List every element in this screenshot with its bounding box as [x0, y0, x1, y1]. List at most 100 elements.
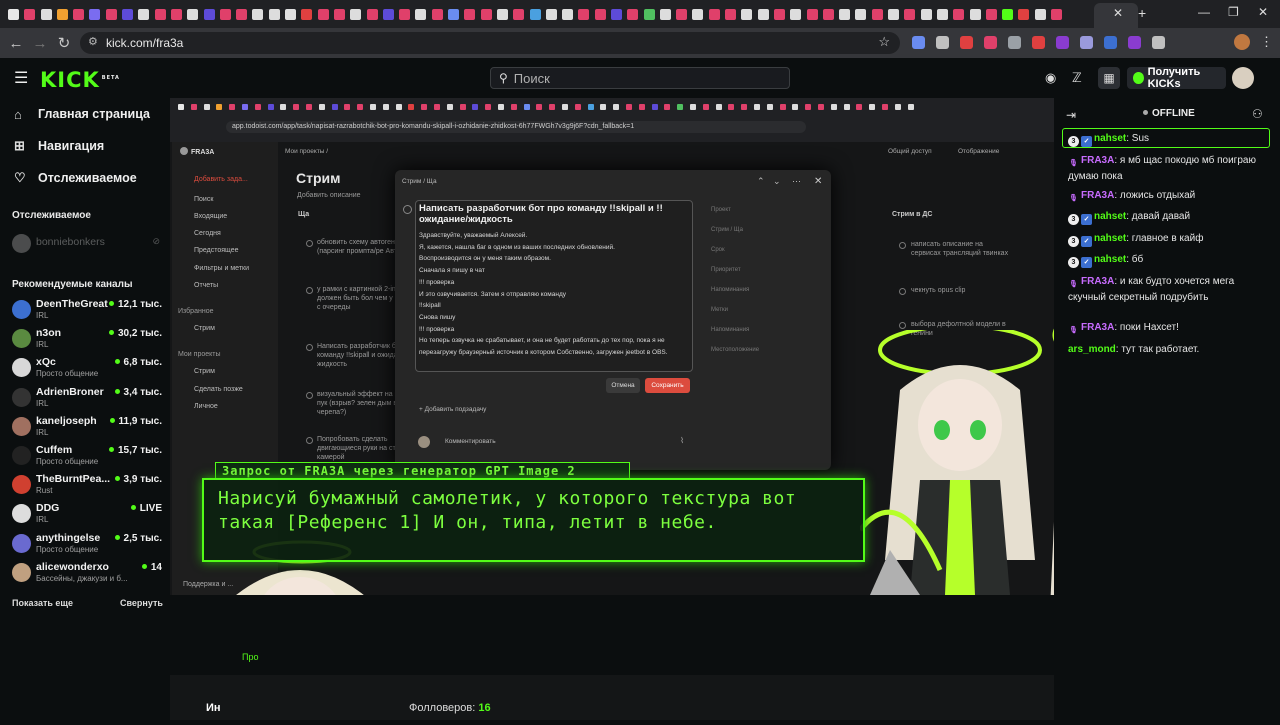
tab-favicon-icon[interactable] [985, 8, 997, 20]
tab-favicon-icon[interactable] [73, 8, 85, 20]
tab-favicon-icon[interactable] [708, 8, 720, 20]
extension-icon[interactable] [984, 36, 997, 49]
tab-favicon-icon[interactable] [904, 8, 916, 20]
site-info-icon[interactable]: ⚙ [88, 35, 98, 48]
profile-avatar[interactable] [1234, 34, 1250, 50]
extension-icon[interactable] [1152, 36, 1165, 49]
tab-favicon-icon[interactable] [888, 8, 900, 20]
task-checkbox[interactable] [306, 240, 313, 247]
tab-favicon-icon[interactable] [333, 8, 345, 20]
new-tab-icon[interactable]: + [1138, 5, 1146, 21]
tab-favicon-icon[interactable] [806, 8, 818, 20]
tab-favicon-icon[interactable] [496, 8, 508, 20]
kick-logo[interactable]: KICK BETA [40, 68, 120, 92]
tab-favicon-icon[interactable] [920, 8, 932, 20]
tab-favicon-icon[interactable] [236, 8, 248, 20]
todoist-nav-item[interactable]: Отчеты [194, 282, 218, 289]
tab-favicon-icon[interactable] [350, 8, 362, 20]
chat-username[interactable]: FRA3A [1081, 322, 1114, 333]
chat-username[interactable]: nahset [1094, 233, 1126, 244]
tab-favicon-icon[interactable] [382, 8, 394, 20]
tab-favicon-icon[interactable] [1051, 8, 1062, 20]
hamburger-menu-icon[interactable]: ☰ [14, 68, 28, 88]
channel-item[interactable]: DDG IRL LIVE [12, 501, 162, 527]
tab-favicon-icon[interactable] [448, 8, 460, 20]
task-checkbox[interactable] [899, 288, 906, 295]
todoist-nav-item[interactable]: Предстоящее [194, 247, 239, 254]
save-button[interactable]: Сохранить [645, 378, 690, 393]
tab-favicon-icon[interactable] [855, 8, 867, 20]
add-subtask[interactable]: + Добавить подзадачу [419, 406, 486, 413]
chat-username[interactable]: FRA3A [1081, 276, 1114, 287]
tab-favicon-icon[interactable] [219, 8, 231, 20]
chat-message[interactable]: ars_mond: тут так работает. [1068, 342, 1273, 357]
tab-favicon-icon[interactable] [1002, 8, 1014, 20]
tab-favicon-icon[interactable] [676, 8, 688, 20]
todoist-nav-item[interactable]: Стрим [194, 368, 215, 375]
channel-item[interactable]: alicewonderxo Бассейны, джакузи и б... 14 [12, 560, 162, 586]
tab-favicon-icon[interactable] [562, 8, 574, 20]
info-tab[interactable]: Ин [206, 702, 221, 714]
task-checkbox[interactable] [306, 392, 313, 399]
extension-icon[interactable] [1128, 36, 1141, 49]
todoist-nav-item[interactable]: Сделать позже [194, 386, 243, 393]
tab-favicon-icon[interactable] [610, 8, 622, 20]
tab-favicon-icon[interactable] [252, 8, 264, 20]
channel-item[interactable]: AdrienBroner IRL 3,4 тыс. [12, 385, 162, 411]
tab-favicon-icon[interactable] [317, 8, 329, 20]
tab-favicon-icon[interactable] [154, 8, 166, 20]
extension-icon[interactable] [1104, 36, 1117, 49]
channel-item[interactable]: Cuffem Просто общение 15,7 тыс. [12, 443, 162, 469]
chat-username[interactable]: FRA3A [1081, 155, 1114, 166]
tab-favicon-icon[interactable] [138, 8, 150, 20]
tab-favicon-icon[interactable] [105, 8, 117, 20]
rewards-icon[interactable]: ◉ [1045, 70, 1056, 86]
tab-favicon-icon[interactable] [643, 8, 655, 20]
nav-following[interactable]: ♡ Отслеживаемое [14, 168, 137, 188]
extension-icon[interactable] [1032, 36, 1045, 49]
translate-icon[interactable]: ℤ [1072, 70, 1082, 86]
channel-item[interactable]: TheBurntPea... Rust 3,9 тыс. [12, 472, 162, 498]
tab-favicon-icon[interactable] [529, 8, 541, 20]
tab-favicon-icon[interactable] [871, 8, 883, 20]
user-avatar[interactable] [1232, 67, 1254, 89]
modal-prev-icon[interactable]: ⌃ [757, 176, 765, 187]
tab-favicon-icon[interactable] [757, 8, 769, 20]
tab-favicon-icon[interactable] [301, 8, 313, 20]
channel-item[interactable]: kaneljoseph IRL 11,9 тыс. [12, 414, 162, 440]
tab-favicon-icon[interactable] [578, 8, 590, 20]
close-window-icon[interactable]: ✕ [1258, 5, 1268, 19]
channel-item[interactable]: anythingelse Просто общение 2,5 тыс. [12, 531, 162, 557]
extension-icon[interactable] [912, 36, 925, 49]
tab-favicon-icon[interactable] [741, 8, 753, 20]
task-checkbox[interactable] [899, 322, 906, 329]
tab-favicon-icon[interactable] [464, 8, 476, 20]
tab-favicon-icon[interactable] [969, 8, 981, 20]
tab-favicon-icon[interactable] [187, 8, 199, 20]
chat-username[interactable]: FRA3A [1081, 190, 1114, 201]
close-tab-icon[interactable]: ✕ [1113, 6, 1123, 20]
todoist-nav-item[interactable]: Избранное [178, 308, 213, 315]
task-item[interactable]: написать описание на сервисах трансляций… [911, 240, 1011, 258]
channel-item[interactable]: n3on IRL 30,2 тыс. [12, 326, 162, 352]
task-checkbox[interactable] [899, 242, 906, 249]
tab-favicon-icon[interactable] [268, 8, 280, 20]
tab-favicon-icon[interactable] [839, 8, 851, 20]
todoist-nav-item[interactable]: Личное [194, 403, 218, 410]
nav-home[interactable]: ⌂ Главная страница [14, 104, 150, 124]
support-link[interactable]: Поддержка и ... [183, 581, 233, 588]
get-kicks-button[interactable]: Получить KICKs [1127, 66, 1226, 90]
chat-message[interactable]: 🎙 FRA3A: поки Нахсет! [1068, 320, 1273, 336]
tab-favicon-icon[interactable] [822, 8, 834, 20]
collapse-link[interactable]: Свернуть [120, 598, 163, 608]
chat-message[interactable]: 3 ✓ nahset: давай давай [1068, 209, 1273, 225]
chat-message[interactable]: 🎙 FRA3A: я мб щас покодю мб поиграю думаю… [1068, 153, 1273, 184]
property-label[interactable]: Проект [711, 207, 731, 213]
chat-message[interactable]: 3 ✓ nahset: бб [1068, 252, 1273, 268]
chat-message[interactable]: 3 ✓ nahset: главное в кайф [1068, 231, 1273, 247]
todoist-nav-item[interactable]: Поиск [194, 196, 213, 203]
property-label[interactable]: Срок [711, 247, 725, 253]
tab-favicon-icon[interactable] [627, 8, 639, 20]
tab-favicon-icon[interactable] [480, 8, 492, 20]
tab-favicon-icon[interactable] [659, 8, 671, 20]
